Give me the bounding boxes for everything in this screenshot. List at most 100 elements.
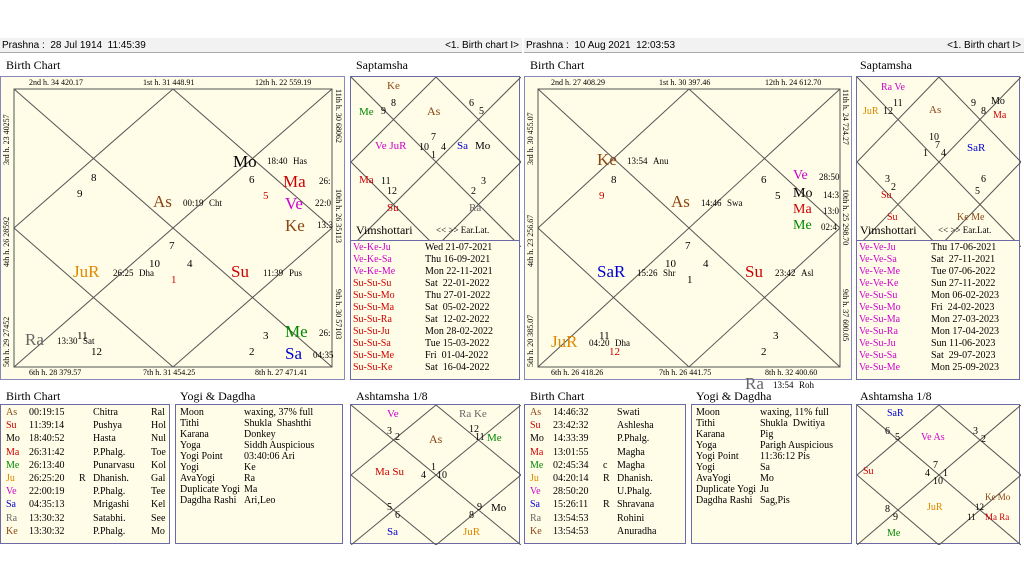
- sapt-12: 12: [387, 186, 397, 197]
- planet-list-title: Birth Chart: [530, 389, 585, 403]
- yogi-key: Duplicate Yogi: [180, 484, 240, 495]
- vimshottari-row: Ve-Ke-Me Mon 22-11-2021: [353, 267, 517, 277]
- planet-degree: 15:26:11: [553, 499, 589, 511]
- house-number-8: 8: [611, 174, 617, 186]
- planet-sa-degree: 04:35: [313, 350, 334, 360]
- vimshottari-nav[interactable]: << >> Ear.Lat.: [938, 226, 991, 235]
- asht-9: 9: [893, 512, 898, 523]
- planet-degree: 22:00:19: [29, 486, 65, 498]
- sapt-12: 12: [883, 106, 893, 117]
- yogi-key: AvaYogi: [696, 473, 731, 484]
- planet-as-degree: 00:19: [183, 198, 204, 208]
- planet-nakshatra: P.Phalg.: [93, 525, 126, 537]
- sapt-ma: Ma: [993, 110, 1007, 121]
- saptamsha-chart[interactable]: Ra Ve JuR 12 11 As 9 8 Mo Ma 10 7 1 4 Sa…: [856, 76, 1021, 247]
- planet-degree: 14:33:39: [553, 433, 589, 445]
- house-number-9: 9: [77, 188, 83, 200]
- dasha-period: Ve-Ve-Me: [859, 266, 901, 277]
- house-number-11: 11: [599, 330, 610, 342]
- asht-2: 2: [395, 432, 400, 443]
- asht-3: 3: [973, 426, 978, 437]
- planet-su: Su: [745, 262, 763, 281]
- yogi-row: Tithi Shukla Shashthi: [178, 419, 340, 429]
- dasha-period: Ve-Ve-Ju: [859, 242, 896, 253]
- planet-mo-degree: 18:40: [267, 156, 288, 166]
- planet-jur: JuR: [551, 332, 578, 351]
- yogi-row: Yoga Siddh Auspicious: [178, 441, 340, 451]
- house-number-7: 7: [685, 240, 691, 252]
- planet-degree: 04:35:13: [29, 499, 65, 511]
- asht-1: 1: [943, 468, 948, 479]
- vimshottari-row: Su-Su-Mo Thu 27-01-2022: [353, 291, 517, 301]
- yogi-row: Dagdha Rashi Ari,Leo: [178, 496, 340, 506]
- dasha-period: Su-Su-Ma: [353, 302, 395, 313]
- asht-8: 8: [885, 504, 890, 515]
- yogi-row: Yoga Parigh Auspicious: [694, 441, 849, 451]
- planet-ma: Ma: [793, 202, 812, 217]
- dasha-period: Su-Su-Mo: [353, 290, 395, 301]
- dasha-date: Tue 07-06-2022: [931, 266, 996, 277]
- yogi-key: Tithi: [180, 418, 200, 429]
- planet-degree: 13:54:53: [553, 525, 589, 537]
- birth-chart-panel[interactable]: 2nd h. 27 408.29 1st h. 30 397.46 12th h…: [524, 76, 852, 392]
- planet-nakshatra: U.Phalg.: [617, 486, 652, 498]
- asht-su: Su: [863, 466, 874, 477]
- chart-nav-button[interactable]: <1. Birth chart I>: [947, 38, 1021, 53]
- planet-mo-nakshatra: Has: [293, 156, 307, 166]
- planet-row: Ju 04:20:14 R Dhanish.: [527, 474, 683, 484]
- vimshottari-row: Ve-Ke-Ju Wed 21-07-2021: [353, 243, 517, 253]
- sapt-5: 5: [479, 106, 484, 117]
- planet-extra: Tee: [151, 486, 166, 498]
- planet-sar: SaR: [597, 262, 626, 281]
- planet-ma-degree: 13:0: [823, 206, 840, 216]
- vimshottari-row: Su-Su-Ke Sat 16-04-2022: [353, 363, 517, 373]
- dasha-period: Su-Su-Sa: [353, 338, 391, 349]
- planet-row: Ke 13:54:53 Anuradha: [527, 525, 683, 537]
- planet-row: Ke 13:30:32 P.Phalg. Mo: [3, 525, 167, 537]
- planet-nakshatra: Hasta: [93, 433, 116, 445]
- saptamsha-chart[interactable]: Ke Me 9 8 As 6 5 Ve JuR 10 7 4 1 Sa Mo M…: [350, 76, 521, 247]
- planet-name: Ma: [530, 446, 544, 458]
- planet-ke-degree: 13:54: [627, 156, 648, 166]
- yogi-key: Yogi Point: [696, 451, 739, 462]
- planet-as-nakshatra: Swa: [727, 198, 743, 208]
- planet-table: As 00:19:15 Chitra Ral Su 11:39:14 Pushya Hol Mo…: [0, 404, 170, 544]
- ashtamsha-chart[interactable]: SaR 6 5 Ve As 3 2 Su 7 4 1 10 8 9 JuR Ke…: [856, 404, 1021, 545]
- planet-name: Me: [530, 459, 544, 471]
- vimshottari-row: Ve-Su-Sa Sat 29-07-2023: [859, 351, 1017, 361]
- planet-degree: 18:40:52: [29, 433, 65, 445]
- planet-extra: Hol: [151, 420, 166, 432]
- sapt-11: 11: [893, 98, 903, 109]
- sapt-ra-ve: Ra Ve: [881, 82, 905, 93]
- planet-ke: Ke: [597, 150, 617, 169]
- planet-ra: Ra: [25, 330, 44, 349]
- planet-su: Su: [231, 262, 249, 281]
- yogi-value: Mo: [760, 473, 774, 484]
- planet-row: Me 02:45:34 c Magha: [527, 459, 683, 471]
- prashna-header: Prashna : 28 Jul 1914 11:45:39 <1. Birth…: [0, 38, 522, 53]
- planet-name: As: [6, 407, 18, 418]
- chart-nav-button[interactable]: <1. Birth chart I>: [445, 38, 519, 53]
- yogi-row: Yogi Point 03:40:06 Ari: [178, 452, 340, 462]
- sapt-ra: Ra: [469, 202, 482, 214]
- asht-ma-su: Ma Su: [375, 466, 405, 478]
- ashtamsha-chart[interactable]: Ve Ra Ke 3 2 As 12 11 Me Ma Su 4 1 10 5 …: [350, 404, 521, 545]
- birth-chart-panel[interactable]: 2nd h. 34 420.17 1st h. 31 448.91 12th h…: [0, 76, 345, 380]
- sapt-ma: Ma: [359, 174, 374, 186]
- house-number-5: 5: [775, 190, 781, 202]
- dasha-date: Wed 21-07-2021: [425, 242, 493, 253]
- planet-nakshatra: Anuradha: [617, 525, 657, 537]
- yogi-key: Karana: [180, 429, 209, 440]
- house-number-9: 9: [599, 190, 605, 202]
- asht-3: 3: [387, 426, 392, 437]
- planet-degree: 14:46:32: [553, 407, 589, 418]
- house-number-3: 3: [773, 330, 779, 342]
- vimshottari-row: Su-Su-Su Sat 22-01-2022: [353, 279, 517, 289]
- house-number-6: 6: [249, 174, 255, 186]
- saptamsha-title: Saptamsha: [860, 58, 912, 72]
- dasha-date: Fri 24-02-2023: [931, 302, 995, 313]
- yogi-key: Tithi: [696, 418, 716, 429]
- planet-retro: c: [603, 459, 608, 471]
- house-number-3: 3: [263, 330, 269, 342]
- vimshottari-nav[interactable]: << >> Ear.Lat.: [436, 226, 489, 235]
